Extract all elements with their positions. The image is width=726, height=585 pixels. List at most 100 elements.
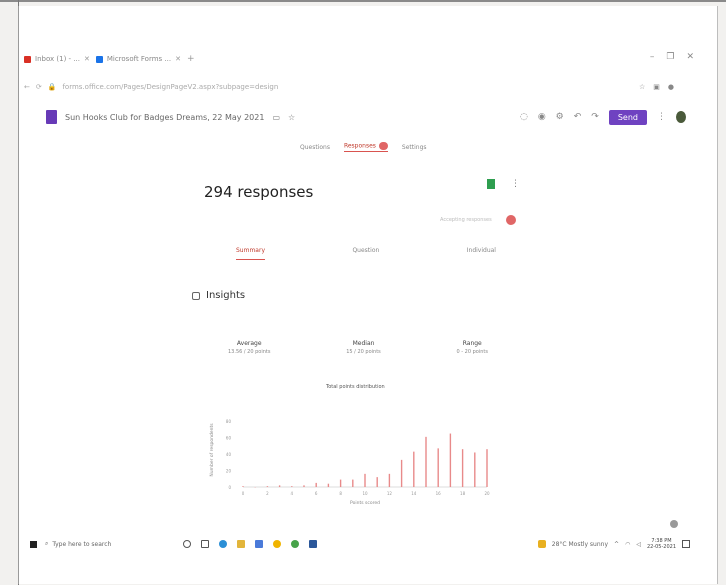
taskbar-clock[interactable]: 7:38 PM 22-05-2021 xyxy=(647,538,676,550)
new-tab-button[interactable]: + xyxy=(187,54,195,64)
x-tick-label: 4 xyxy=(291,491,294,496)
tab-questions[interactable]: Questions xyxy=(300,144,330,151)
response-sub-tabs: Summary Question Individual xyxy=(236,247,496,260)
stat-value: 15 / 20 points xyxy=(346,349,381,355)
more-options-icon[interactable]: ⋮ xyxy=(511,179,520,189)
close-icon[interactable]: ✕ xyxy=(175,55,181,63)
extensions-icon[interactable]: ▣ xyxy=(653,83,660,91)
more-icon[interactable]: ⋮ xyxy=(657,112,666,122)
chart-bar xyxy=(315,482,317,487)
stat-average: Average 13.56 / 20 points xyxy=(228,340,271,355)
address-bar: ← ⟳ 🔒 forms.office.com/Pages/DesignPageV… xyxy=(24,80,674,94)
volume-icon[interactable]: ◁ xyxy=(636,541,641,548)
reload-icon[interactable]: ⟳ xyxy=(36,83,42,91)
x-tick-label: 8 xyxy=(339,491,342,496)
x-tick-label: 18 xyxy=(460,491,466,496)
avatar[interactable] xyxy=(676,111,686,123)
chart-bar xyxy=(303,485,305,487)
taskbar-search[interactable]: ⌕ Type here to search xyxy=(45,540,155,548)
tab-settings[interactable]: Settings xyxy=(402,144,427,151)
chart-bar xyxy=(461,449,464,487)
wifi-icon[interactable]: ◠ xyxy=(625,541,630,548)
chart-bar xyxy=(388,473,391,487)
send-button[interactable]: Send xyxy=(608,109,647,125)
search-placeholder: Type here to search xyxy=(52,540,112,548)
chart-bar xyxy=(352,479,354,487)
header-tools: ◌ ◉ ⚙ ↶ ↷ Send ⋮ xyxy=(520,109,686,125)
forms-doc-icon xyxy=(46,110,57,124)
subtab-question[interactable]: Question xyxy=(352,247,379,260)
chart-bar xyxy=(413,451,415,487)
chart-bar xyxy=(278,485,281,487)
redo-icon[interactable]: ↷ xyxy=(591,112,599,122)
chart-bar xyxy=(425,436,427,487)
close-window-button[interactable]: ✕ xyxy=(686,52,694,62)
x-tick-label: 2 xyxy=(266,491,269,496)
stat-label: Average xyxy=(236,340,262,347)
stat-value: 0 - 20 points xyxy=(456,349,488,355)
task-view-icon[interactable] xyxy=(201,540,209,548)
x-tick-label: 20 xyxy=(484,491,490,496)
points-distribution-chart: 0 20 40 60 80 0 2 4 6 8 10 12 14 16 18 20 Points scored N… xyxy=(209,419,490,506)
word-icon[interactable] xyxy=(309,540,317,548)
accepting-responses-label: Accepting responses xyxy=(440,217,492,223)
chart-bar xyxy=(449,433,452,487)
taskbar-apps xyxy=(183,540,317,548)
tab-label: Microsoft Forms ... xyxy=(106,55,172,63)
clock-date: 22-05-2021 xyxy=(646,544,676,550)
star-icon[interactable]: ☆ xyxy=(288,113,295,122)
browser-tab[interactable]: Inbox (1) - ... ✕ xyxy=(24,55,90,63)
scroll-assist-icon[interactable] xyxy=(670,520,678,528)
chrome-icon[interactable] xyxy=(273,540,281,548)
folder-icon[interactable]: ▭ xyxy=(272,113,280,122)
x-axis-label: Points scored xyxy=(350,500,380,506)
tab-responses-label: Responses xyxy=(343,142,376,150)
close-icon[interactable]: ✕ xyxy=(84,55,90,63)
minimize-button[interactable]: – xyxy=(650,52,655,62)
explorer-icon[interactable] xyxy=(237,540,245,548)
system-tray: 28°C Mostly sunny ^ ◠ ◁ 7:38 PM 22-05-20… xyxy=(537,538,690,550)
notification-icon[interactable] xyxy=(682,540,690,548)
star-icon[interactable]: ☆ xyxy=(639,83,645,91)
maximize-button[interactable]: ❐ xyxy=(666,52,674,62)
weather-icon[interactable] xyxy=(537,540,546,548)
x-tick-label: 10 xyxy=(362,491,368,496)
chrome-profile-icon[interactable] xyxy=(291,540,299,548)
palette-icon[interactable]: ◌ xyxy=(520,112,528,122)
subtab-individual[interactable]: Individual xyxy=(467,247,496,260)
insights-icon xyxy=(192,291,200,300)
window-controls: – ❐ ✕ xyxy=(650,52,694,62)
stat-median: Median 15 / 20 points xyxy=(346,340,381,355)
browser-actions: ☆ ▣ ● xyxy=(639,83,674,91)
weather-text[interactable]: 28°C Mostly sunny xyxy=(552,541,608,548)
forms-icon xyxy=(95,55,103,63)
form-title: Sun Hooks Club for Badges Dreams, 22 May… xyxy=(65,112,265,122)
responses-count-badge xyxy=(378,142,388,150)
store-icon[interactable] xyxy=(255,540,263,548)
tab-responses[interactable]: Responses xyxy=(343,142,388,152)
responses-count: 294 responses xyxy=(204,183,314,201)
accepting-responses-toggle[interactable] xyxy=(506,215,516,225)
search-icon: ⌕ xyxy=(45,540,49,547)
stat-value: 13.56 / 20 points xyxy=(228,349,271,355)
scan-top-edge xyxy=(0,0,726,2)
x-tick-label: 14 xyxy=(411,491,417,496)
windows-start-icon[interactable] xyxy=(30,540,37,548)
sheets-icon[interactable] xyxy=(487,179,495,189)
back-icon[interactable]: ← xyxy=(24,83,30,91)
tab-label: Inbox (1) - ... xyxy=(35,55,80,63)
browser-tab-bar: Inbox (1) - ... ✕ Microsoft Forms ... ✕ … xyxy=(24,52,195,66)
settings-icon[interactable]: ⚙ xyxy=(556,112,564,122)
cortana-icon[interactable] xyxy=(183,540,191,548)
subtab-summary[interactable]: Summary xyxy=(236,247,265,260)
undo-icon[interactable]: ↶ xyxy=(574,112,582,122)
profile-icon[interactable]: ● xyxy=(668,83,674,91)
tray-chevron-icon[interactable]: ^ xyxy=(614,541,619,548)
chart-bar xyxy=(327,483,330,487)
preview-icon[interactable]: ◉ xyxy=(538,112,546,122)
x-tick-label: 12 xyxy=(387,491,393,496)
y-tick-label: 60 xyxy=(226,436,232,441)
browser-tab[interactable]: Microsoft Forms ... ✕ xyxy=(95,55,181,63)
edge-icon[interactable] xyxy=(219,540,227,548)
url-text[interactable]: forms.office.com/Pages/DesignPageV2.aspx… xyxy=(62,83,633,91)
